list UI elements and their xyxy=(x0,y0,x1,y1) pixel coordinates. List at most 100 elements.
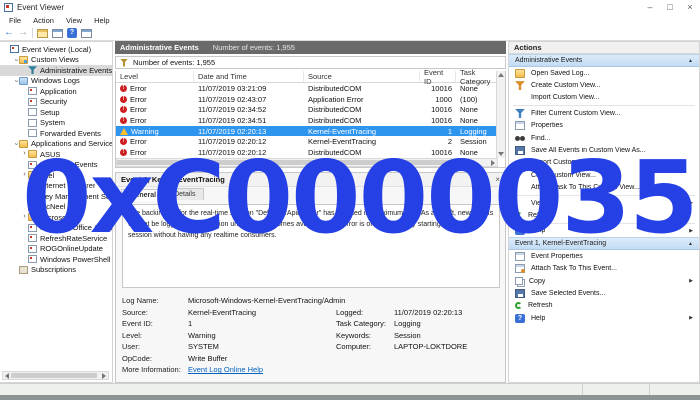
event-row[interactable]: Error11/07/2019 02:34:52DistributedCOM10… xyxy=(116,104,505,115)
scrollbar-thumb[interactable] xyxy=(11,373,97,378)
scrollbar-thumb[interactable] xyxy=(117,160,472,165)
tree-item-key-management-service[interactable]: Key Management Service xyxy=(0,191,112,202)
event-row[interactable]: Error11/07/2019 03:21:09DistributedCOM10… xyxy=(116,83,505,94)
action-copy[interactable]: Copy▶ xyxy=(509,275,699,287)
action-properties[interactable]: Properties xyxy=(509,120,699,132)
field-label: Logged: xyxy=(336,308,394,317)
back-icon[interactable]: ← xyxy=(4,28,14,38)
task-category-cell: None xyxy=(456,105,499,114)
event-row[interactable]: Error11/07/2019 02:34:51DistributedCOM10… xyxy=(116,115,505,126)
menu-action[interactable]: Action xyxy=(27,16,60,25)
scroll-left-icon[interactable] xyxy=(5,373,9,379)
action-refresh[interactable]: Refresh xyxy=(509,300,699,312)
preview-close-icon[interactable]: × xyxy=(495,175,500,184)
table-vertical-scrollbar[interactable] xyxy=(496,71,505,158)
tree-item-windows-logs[interactable]: ›Windows Logs xyxy=(0,76,112,87)
tree-horizontal-scrollbar[interactable] xyxy=(2,371,109,380)
tree-item-hardware-events[interactable]: Hardware Events xyxy=(0,160,112,171)
find-icon xyxy=(515,134,525,143)
tree-item-setup[interactable]: Setup xyxy=(0,107,112,118)
action-attach-task-to-this-custom-view[interactable]: Attach Task To This Custom View... xyxy=(509,182,699,194)
tree-item-internet-explorer[interactable]: Internet Explorer xyxy=(0,181,112,192)
action-open-saved-log[interactable]: Open Saved Log... xyxy=(509,67,699,79)
action-import-custom-view[interactable]: Import Custom View... xyxy=(509,92,699,104)
menu-file[interactable]: File xyxy=(3,16,27,25)
tree-item-applications-and-services-lo[interactable]: ›Applications and Services Lo xyxy=(0,139,112,150)
export-log-icon[interactable] xyxy=(37,29,48,38)
scroll-up-icon[interactable] xyxy=(498,73,504,77)
actions-section-administrative-events[interactable]: Administrative Events▲ xyxy=(509,54,699,67)
results-event-count: Number of events: 1,955 xyxy=(213,43,295,52)
event-id-cell: 1 xyxy=(420,127,456,136)
column-header-task-category[interactable]: Task Category xyxy=(456,71,499,82)
expand-icon[interactable]: › xyxy=(21,171,28,179)
field-label: Task Category: xyxy=(336,319,394,328)
tree-item-rogonlineupdate[interactable]: ROGOnlineUpdate xyxy=(0,244,112,255)
online-help-link[interactable]: Event Log Online Help xyxy=(188,365,318,374)
tree-item-refreshrateservice[interactable]: RefreshRateService xyxy=(0,233,112,244)
action-filter-current-custom-view[interactable]: Filter Current Custom View... xyxy=(509,107,699,119)
action-copy-custom-view[interactable]: Copy Custom View... xyxy=(509,169,699,181)
scroll-right-icon[interactable] xyxy=(491,160,495,166)
actions-section-event-1-kernel-eventtracing[interactable]: Event 1, Kernel-EventTracing▲ xyxy=(509,237,699,250)
action-save-all-events-in-custom-view-as[interactable]: Save All Events in Custom View As... xyxy=(509,144,699,156)
event-row[interactable]: Error11/07/2019 02:20:12DistributedCOM10… xyxy=(116,147,505,158)
table-horizontal-scrollbar[interactable] xyxy=(116,158,498,167)
minimize-button[interactable]: – xyxy=(640,2,660,12)
action-help[interactable]: ?Help▶ xyxy=(509,312,699,324)
tab-details[interactable]: Details xyxy=(165,188,204,200)
maximize-button[interactable]: □ xyxy=(660,2,680,12)
tree-item-microsoft-office-alerts[interactable]: Microsoft Office Alerts xyxy=(0,223,112,234)
scroll-down-icon[interactable] xyxy=(498,152,504,156)
action-event-properties[interactable]: Event Properties xyxy=(509,250,699,262)
tree-item-custom-views[interactable]: ›Custom Views xyxy=(0,55,112,66)
tree-item-windows-powershell[interactable]: Windows PowerShell xyxy=(0,254,112,265)
menu-view[interactable]: View xyxy=(60,16,88,25)
help-icon[interactable]: ? xyxy=(67,28,77,38)
action-view[interactable]: View▶ xyxy=(509,197,699,209)
tree-item-mcneel[interactable]: McNeel xyxy=(0,202,112,213)
toolbar: ← → ? xyxy=(0,26,700,41)
tree-item-intel[interactable]: ›Intel xyxy=(0,170,112,181)
show-action-pane-icon[interactable] xyxy=(81,29,92,38)
tree-item-security[interactable]: Security xyxy=(0,97,112,108)
column-header-event-id[interactable]: Event ID xyxy=(420,71,456,82)
tree-item-forwarded-events[interactable]: Forwarded Events xyxy=(0,128,112,139)
event-row[interactable]: Error11/07/2019 02:20:12Kernel-EventTrac… xyxy=(116,136,505,147)
tree-item-asus[interactable]: ›ASUS xyxy=(0,149,112,160)
action-attach-task-to-this-event[interactable]: Attach Task To This Event... xyxy=(509,262,699,274)
tree-item-subscriptions[interactable]: Subscriptions xyxy=(0,265,112,276)
expand-icon[interactable]: › xyxy=(21,213,28,221)
close-button[interactable]: × xyxy=(680,2,700,12)
log-icon xyxy=(28,182,37,190)
column-header-source[interactable]: Source xyxy=(304,71,420,82)
column-header-date-and-time[interactable]: Date and Time xyxy=(194,71,304,82)
action-help[interactable]: ?Help▶ xyxy=(509,225,699,237)
action-find[interactable]: Find... xyxy=(509,132,699,144)
log-plain-icon xyxy=(28,108,37,116)
collapse-icon[interactable]: ▲ xyxy=(688,241,693,247)
action-save-selected-events[interactable]: Save Selected Events... xyxy=(509,287,699,299)
field-row: More Information:Event Log Online Help xyxy=(122,364,500,376)
datetime-cell: 11/07/2019 02:43:07 xyxy=(194,95,304,104)
menu-help[interactable]: Help xyxy=(88,16,115,25)
tree-item-microsoft[interactable]: ›Microsoft xyxy=(0,212,112,223)
event-row[interactable]: Warning11/07/2019 02:20:13Kernel-EventTr… xyxy=(116,126,505,137)
scroll-right-icon[interactable] xyxy=(102,373,106,379)
expand-icon[interactable]: › xyxy=(21,150,28,158)
tree-item-event-viewer-local[interactable]: Event Viewer (Local) xyxy=(0,44,112,55)
refresh-icon xyxy=(515,212,522,219)
tree-item-system[interactable]: System xyxy=(0,118,112,129)
funnel-gold-icon xyxy=(515,81,525,90)
column-header-level[interactable]: Level xyxy=(116,71,194,82)
tab-general[interactable]: General xyxy=(121,189,165,201)
event-row[interactable]: Error11/07/2019 02:43:07Application Erro… xyxy=(116,94,505,105)
action-create-custom-view[interactable]: Create Custom View... xyxy=(509,79,699,91)
action-export-custom-view[interactable]: Export Custom View... xyxy=(509,157,699,169)
collapse-icon[interactable]: ▲ xyxy=(688,58,693,64)
show-console-tree-icon[interactable] xyxy=(52,29,63,38)
tree-item-administrative-events[interactable]: Administrative Events xyxy=(0,65,112,76)
tree-item-application[interactable]: Application xyxy=(0,86,112,97)
forward-icon[interactable]: → xyxy=(18,28,28,38)
action-refresh[interactable]: Refresh xyxy=(509,209,699,221)
